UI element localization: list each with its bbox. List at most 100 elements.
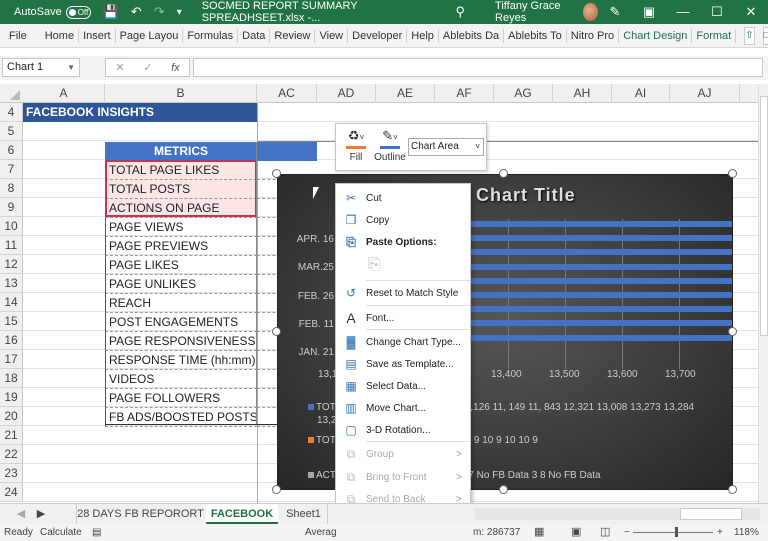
save-icon[interactable]: 💾 [103,4,119,20]
horizontal-scrollbar[interactable] [475,508,760,520]
tab-chart-design[interactable]: Chart Design [619,28,693,43]
row-header[interactable]: 23 [0,464,23,483]
tab-ablebits-data[interactable]: Ablebits Da [439,28,505,43]
select-all-button[interactable] [0,84,23,103]
column-header[interactable]: AJ [670,84,740,103]
scroll-thumb[interactable] [680,508,742,520]
zoom-in-button[interactable]: + [717,527,723,538]
resize-handle[interactable] [499,485,508,494]
resize-handle[interactable] [728,485,737,494]
ribbon-display-icon[interactable]: ▣ [632,4,666,20]
menu-item-select-data[interactable]: ▦ Select Data... [336,375,470,397]
column-header[interactable]: AG [494,84,553,103]
outline-button[interactable]: ✎˅ Outline [374,128,406,163]
share-button[interactable]: ⇧ [744,26,755,45]
sheet-tab-sheet1[interactable]: Sheet1 [280,504,328,524]
zoom-out-button[interactable]: − [624,527,630,538]
metrics-header[interactable]: METRICS [105,142,257,161]
row-header[interactable]: 12 [0,255,23,274]
undo-icon[interactable]: ↶ [131,4,142,20]
row-header[interactable]: 11 [0,236,23,255]
chart-title[interactable]: Chart Title [476,185,576,206]
zoom-slider[interactable] [633,532,713,533]
tab-view[interactable]: View [315,28,349,43]
user-name[interactable]: Tiffany Grace Reyes [495,0,575,24]
minimize-button[interactable]: — [666,4,700,20]
row-header[interactable]: 16 [0,331,23,350]
tab-formulas[interactable]: Formulas [183,28,239,43]
tab-insert[interactable]: Insert [79,28,116,43]
avatar[interactable] [583,3,598,21]
metric-cell[interactable]: REACH [105,294,257,313]
column-header[interactable]: AE [376,84,435,103]
row-header[interactable]: 9 [0,198,23,217]
row-header[interactable]: 6 [0,141,23,160]
menu-item-reset-to-match-style[interactable]: ↺ Reset to Match Style [336,282,470,304]
row-header[interactable]: 8 [0,179,23,198]
menu-item-save-as-template[interactable]: ▤ Save as Template... [336,353,470,375]
column-header[interactable]: A [23,84,105,103]
row-header[interactable]: 19 [0,388,23,407]
metric-cell[interactable]: RESPONSE TIME (hh:mm) [105,351,257,370]
chart-element-select[interactable]: Chart Area ˅ [408,138,484,156]
metric-cell[interactable]: PAGE UNLIKES [105,275,257,294]
zoom-slider-thumb[interactable] [675,527,678,537]
column-header[interactable]: AH [553,84,612,103]
tab-format[interactable]: Format [692,28,737,43]
row-header[interactable]: 10 [0,217,23,236]
row-header[interactable]: 22 [0,445,23,464]
vertical-scrollbar[interactable] [758,84,768,504]
menu-item-cut[interactable]: ✂ Cut [336,187,470,209]
row-header[interactable]: 20 [0,407,23,426]
resize-handle[interactable] [728,169,737,178]
scroll-tabs-left-icon[interactable]: ◀ [14,504,28,524]
customize-qat-icon[interactable]: ▾ [177,7,182,18]
row-header[interactable]: 15 [0,312,23,331]
facebook-insights-banner[interactable]: FACEBOOK INSIGHTS [23,103,257,122]
metric-cell[interactable]: PAGE PREVIEWS [105,237,257,256]
close-button[interactable]: ✕ [734,4,768,20]
row-header[interactable]: 24 [0,483,23,502]
accessibility-icon[interactable]: ▤ [92,527,101,538]
resize-handle[interactable] [272,485,281,494]
row-header[interactable]: 7 [0,160,23,179]
cancel-icon[interactable]: ✕ [115,61,124,74]
insert-function-icon[interactable]: fx [171,62,180,74]
name-box[interactable]: Chart 1 ▼ [2,58,80,77]
resize-handle[interactable] [272,327,281,336]
column-header[interactable]: AD [317,84,376,103]
column-header[interactable]: AC [257,84,317,103]
row-header[interactable]: 21 [0,426,23,445]
pen-icon[interactable]: ✎ [598,4,632,20]
tab-page-layout[interactable]: Page Layou [116,28,184,43]
scroll-tabs-right-icon[interactable]: ▶ [34,504,48,524]
menu-item-font[interactable]: A Font... [336,307,470,329]
tab-ablebits-tools[interactable]: Ablebits To [504,28,567,43]
column-header[interactable]: AF [435,84,494,103]
metric-cell[interactable]: PAGE LIKES [105,256,257,275]
comments-button[interactable]: □ [762,26,768,45]
zoom-level[interactable]: 118% [734,527,759,538]
tab-home[interactable]: Home [41,28,80,43]
row-header[interactable]: 13 [0,274,23,293]
status-calculate[interactable]: Calculate [40,527,82,538]
sheet-tab-28-days[interactable]: 28 DAYS FB REPORORT [76,504,204,524]
tab-help[interactable]: Help [407,28,439,43]
scroll-thumb[interactable] [760,96,768,336]
row-header[interactable]: 4 [0,103,23,122]
search-icon[interactable]: ⚲ [456,4,466,20]
tab-data[interactable]: Data [238,28,271,43]
fill-button[interactable]: ♻˅ Fill [342,128,370,163]
tab-review[interactable]: Review [270,28,316,43]
metric-cell[interactable]: PAGE RESPONSIVENESS [105,332,257,351]
tab-developer[interactable]: Developer [348,28,408,43]
menu-item-move-chart[interactable]: ▥ Move Chart... [336,397,470,419]
menu-item-paste-options[interactable]: ⎘ Paste Options: [336,231,470,253]
tab-nitro-pro[interactable]: Nitro Pro [567,28,620,43]
menu-item-3-d-rotation[interactable]: ▢ 3-D Rotation... [336,419,470,441]
page-layout-view-icon[interactable]: ▣ [571,525,581,538]
enter-icon[interactable]: ✓ [143,61,152,74]
menu-item-copy[interactable]: ❐ Copy [336,209,470,231]
column-header[interactable]: B [105,84,257,103]
metric-cell[interactable]: PAGE FOLLOWERS [105,389,257,408]
